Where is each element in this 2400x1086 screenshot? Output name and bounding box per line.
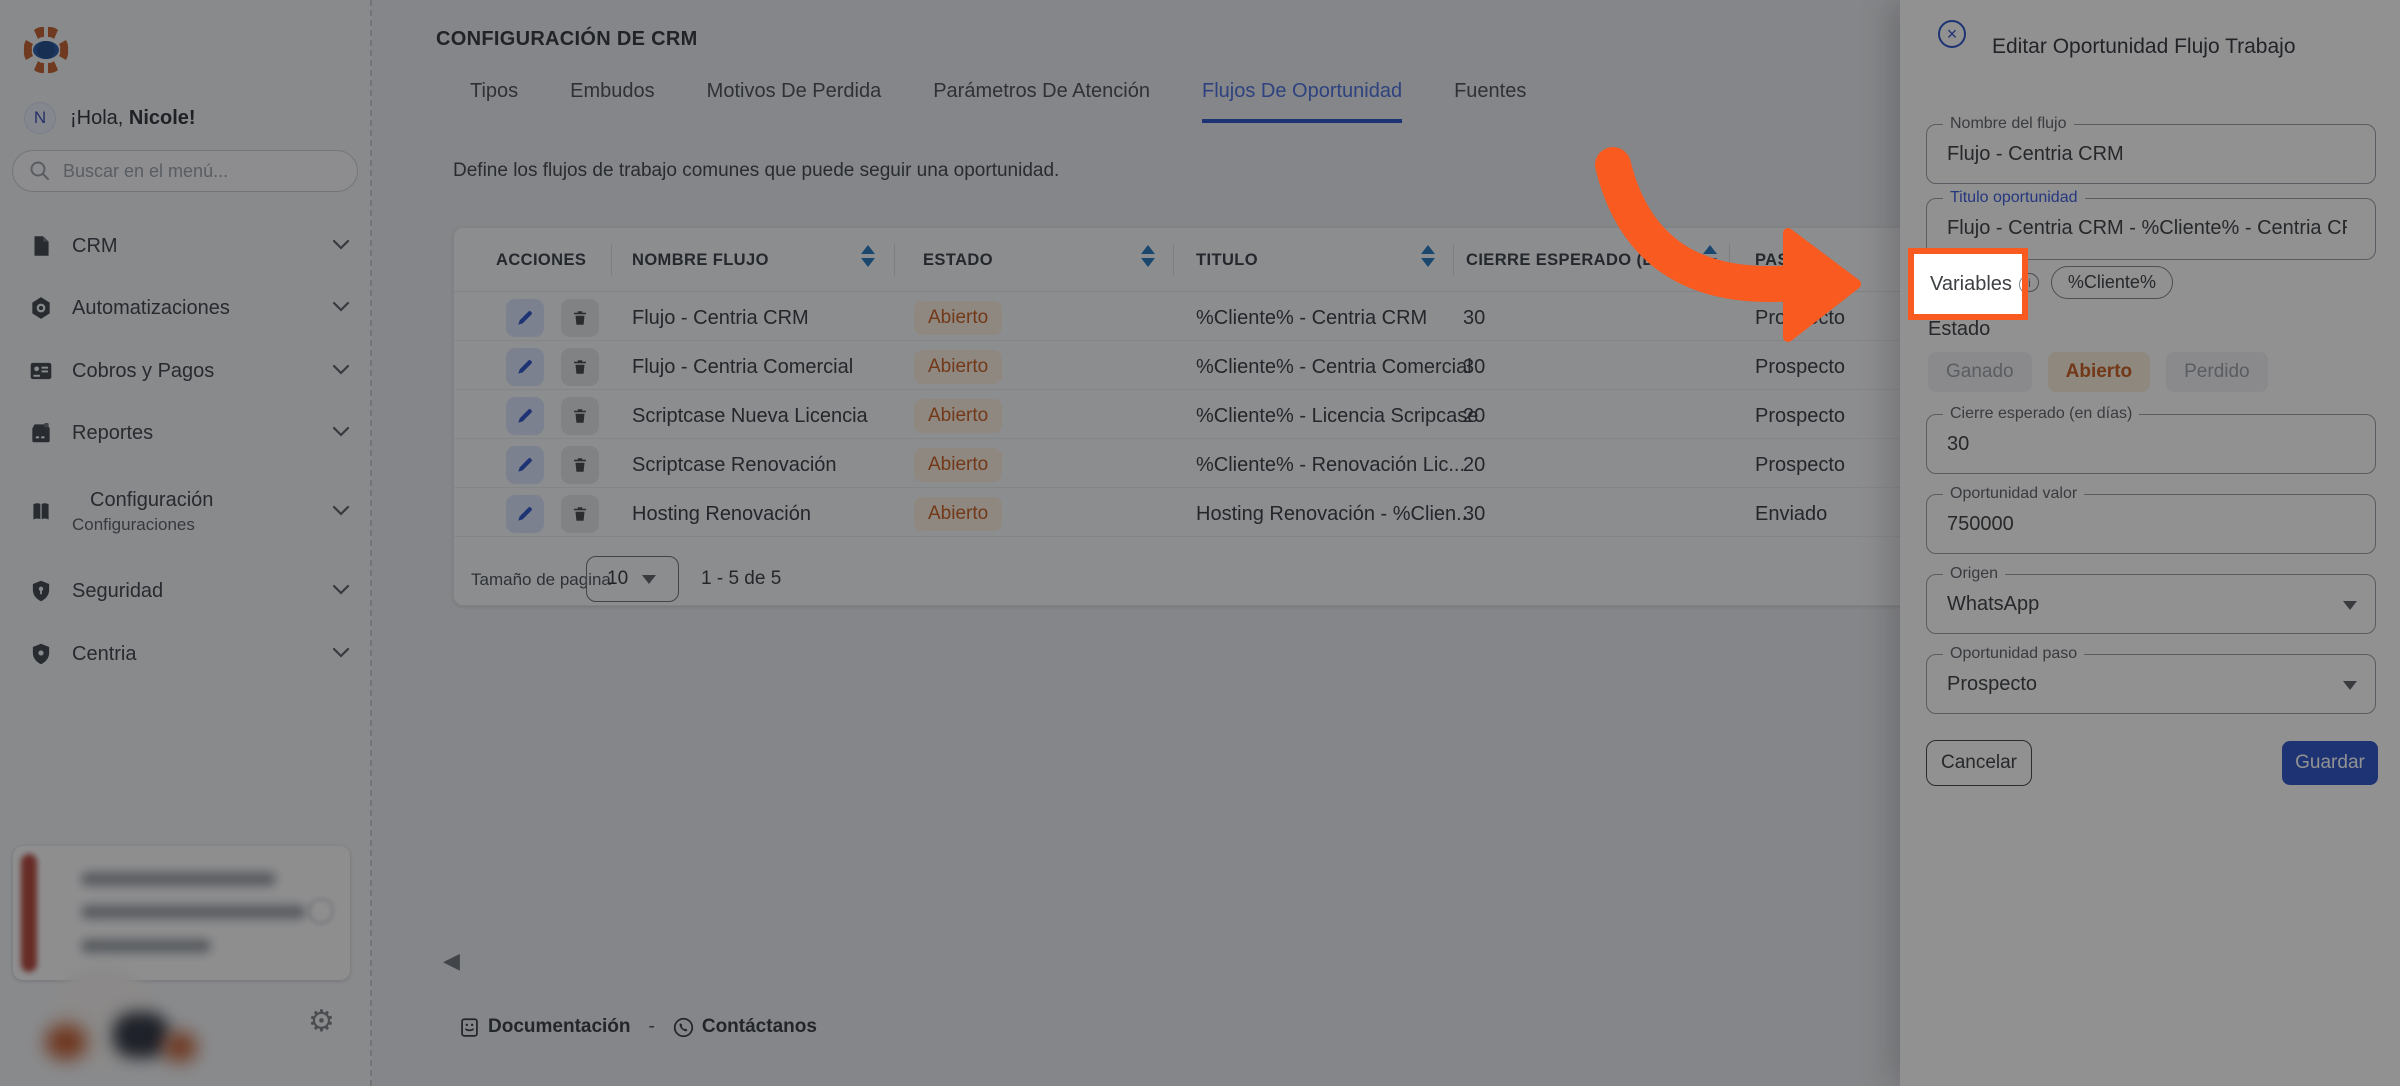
annotation-highlight-box: Variables i bbox=[1908, 248, 2028, 320]
info-icon: i bbox=[2019, 275, 2028, 294]
highlighted-variables-label: Variables bbox=[1930, 273, 2012, 296]
app-root: N ¡Hola, Nicole! CRM Automatizaciones C bbox=[0, 0, 2400, 1086]
dim-overlay bbox=[0, 0, 2400, 1086]
